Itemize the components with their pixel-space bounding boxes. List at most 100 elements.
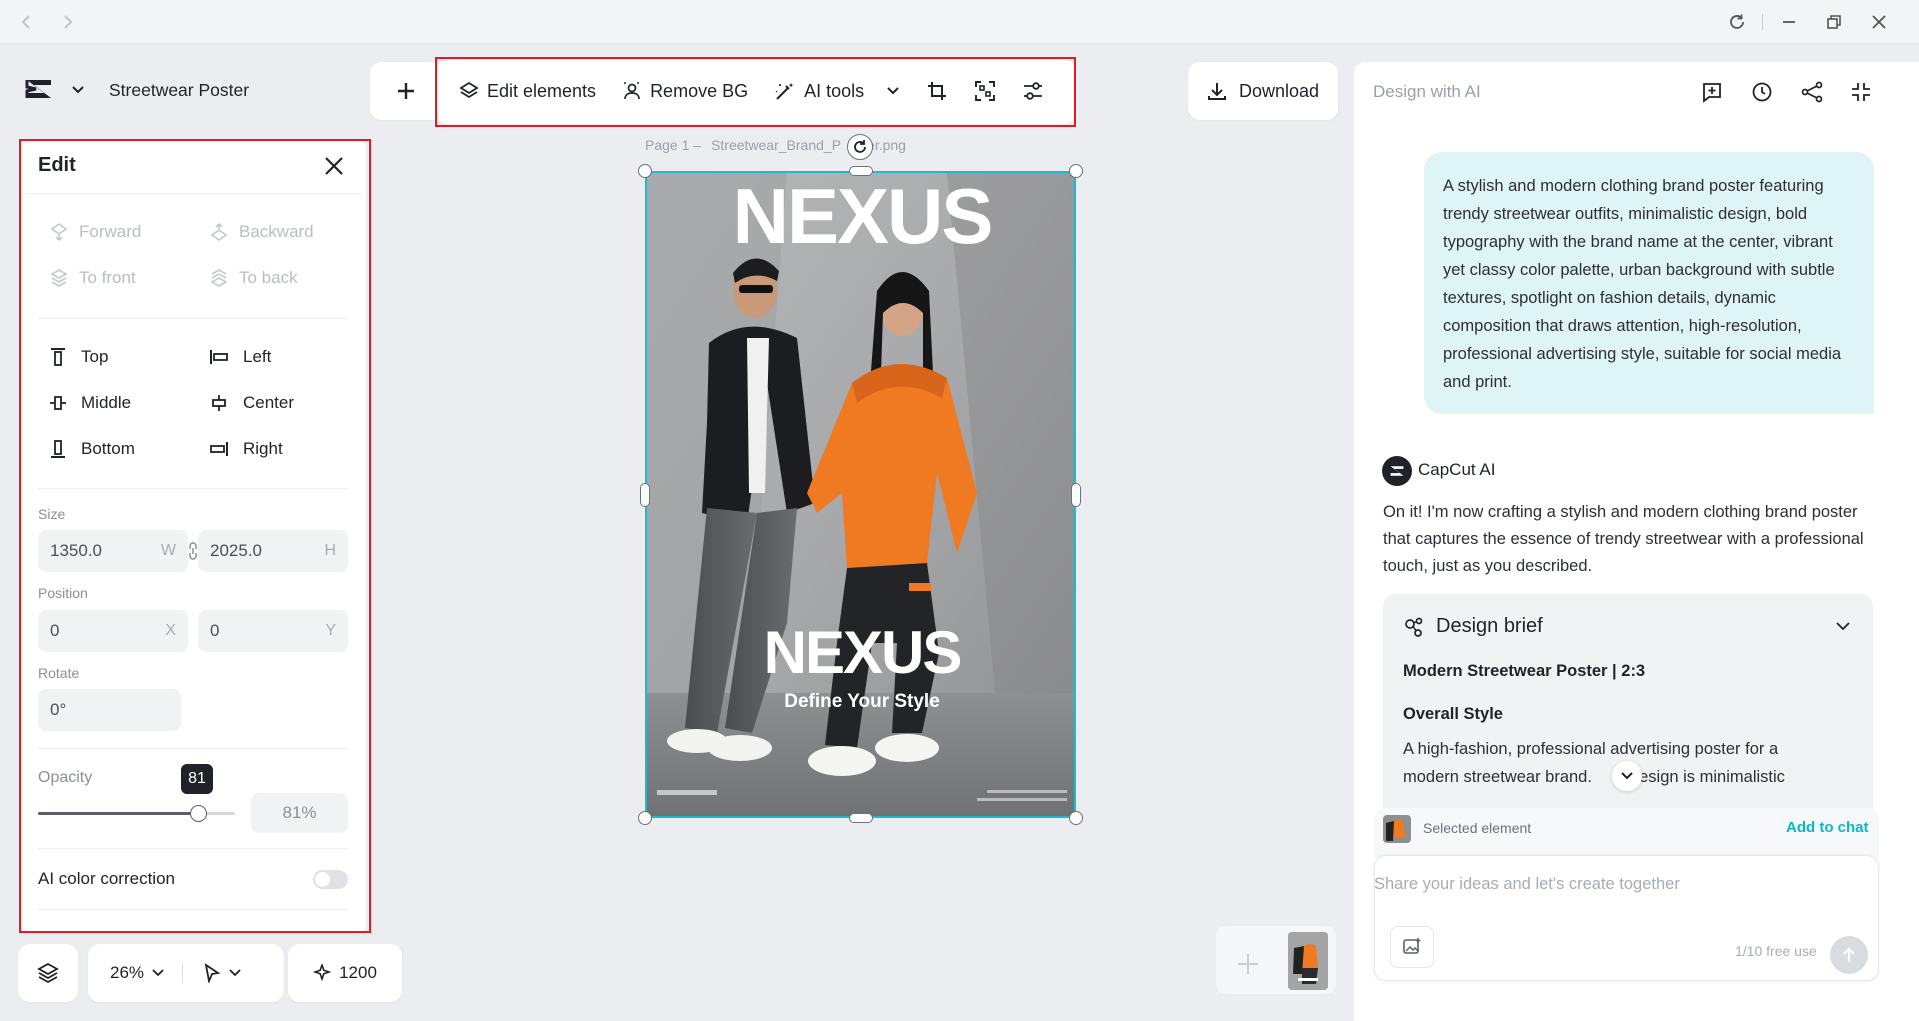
opacity-field[interactable]: 81% (251, 793, 348, 833)
brief-expand-chevron-icon[interactable] (1831, 614, 1855, 638)
height-field[interactable]: 2025.0 H (198, 530, 348, 572)
minimize-icon[interactable] (1778, 11, 1800, 33)
history-icon[interactable] (1749, 79, 1775, 105)
restore-icon[interactable] (1823, 11, 1845, 33)
share-icon[interactable] (1799, 79, 1825, 105)
position-x-suffix: X (165, 622, 176, 639)
resize-handle-bottom-right[interactable] (1069, 811, 1083, 825)
resize-handle-right[interactable] (1071, 483, 1081, 507)
titlebar-divider (1762, 14, 1763, 30)
layers-icon (459, 81, 479, 101)
width-value: 1350.0 (50, 541, 102, 560)
app-logo-icon[interactable] (24, 76, 60, 106)
resize-handle-left[interactable] (640, 483, 650, 507)
backward-button[interactable]: Backward (209, 222, 314, 242)
logo-menu-chevron-icon[interactable] (68, 80, 88, 100)
page-thumbnail-1[interactable] (1288, 932, 1328, 990)
align-middle-button[interactable]: Middle (49, 393, 131, 413)
align-center-button[interactable]: Center (209, 393, 294, 413)
forward-label: Forward (79, 222, 142, 241)
credits-value: 1200 (339, 963, 377, 982)
crop-icon[interactable] (922, 76, 952, 106)
chat-header-title: Design with AI (1373, 82, 1481, 101)
resize-handle-top-right[interactable] (1069, 164, 1083, 178)
position-y-field[interactable]: 0 Y (198, 610, 348, 652)
adjust-sliders-icon[interactable] (1018, 76, 1048, 106)
poster-image[interactable]: NEXUS NEXUS Define Your Style (645, 171, 1076, 818)
selected-element-thumbnail (1383, 815, 1411, 843)
divider (38, 318, 348, 319)
rotate-field[interactable]: 0° (38, 689, 181, 731)
download-button[interactable]: Download (1188, 62, 1338, 120)
edit-elements-button[interactable]: Edit elements (459, 62, 596, 120)
layers-stack-icon (37, 962, 59, 984)
width-suffix: W (160, 542, 176, 559)
upload-image-button[interactable] (1390, 926, 1434, 968)
align-right-button[interactable]: Right (209, 439, 283, 459)
zoom-level[interactable]: 26% (110, 963, 144, 983)
person-cutout-icon (622, 81, 642, 101)
credits-button[interactable]: 1200 (288, 944, 402, 1002)
collapse-panel-icon[interactable] (1848, 79, 1874, 105)
position-x-field[interactable]: 0 X (38, 610, 188, 652)
add-to-chat-link[interactable]: Add to chat (1786, 819, 1869, 836)
design-brief-text-line-1: A high-fashion, professional advertising… (1403, 740, 1779, 758)
design-brief-text-2b: design is minimalistic (1629, 768, 1785, 786)
close-window-icon[interactable] (1868, 11, 1890, 33)
align-left-button[interactable]: Left (209, 347, 271, 367)
zoom-pointer-control: 26% (88, 944, 284, 1002)
align-top-button[interactable]: Top (49, 347, 108, 367)
poster-artwork: NEXUS NEXUS Define Your Style (647, 173, 1074, 816)
pointer-chevron-icon[interactable] (229, 969, 241, 977)
to-front-button[interactable]: To front (49, 268, 136, 288)
close-edit-panel-icon[interactable] (322, 154, 346, 178)
ai-tools-chevron-icon (886, 86, 900, 96)
free-use-counter: 1/10 free use (1735, 943, 1817, 959)
back-arrow-icon[interactable] (16, 12, 36, 32)
opacity-slider-track[interactable] (38, 805, 235, 822)
send-button[interactable] (1830, 936, 1868, 974)
ai-color-correction-toggle[interactable] (313, 870, 348, 889)
rotate-handle-icon[interactable] (847, 134, 873, 160)
remove-bg-label: Remove BG (650, 80, 749, 101)
add-button[interactable] (370, 62, 442, 120)
resize-handle-bottom-left[interactable] (638, 811, 652, 825)
to-back-label: To back (239, 268, 298, 287)
ai-color-correction-label: AI color correction (38, 869, 175, 888)
opacity-slider-fill (38, 812, 198, 815)
opacity-slider-thumb[interactable] (189, 805, 207, 822)
image-add-icon (1402, 937, 1422, 957)
chat-input[interactable]: Share your ideas and let's create togeth… (1374, 855, 1879, 919)
height-value: 2025.0 (210, 541, 262, 560)
page-label: Page 1 – (645, 137, 702, 153)
remove-bg-button[interactable]: Remove BG (622, 62, 748, 120)
align-middle-icon (49, 393, 67, 413)
forward-layer-icon (49, 222, 69, 242)
position-y-suffix: Y (325, 622, 336, 639)
position-y-value: 0 (210, 621, 220, 640)
height-suffix: H (324, 542, 336, 559)
add-page-icon[interactable] (1228, 944, 1268, 984)
pointer-cursor-icon[interactable] (203, 963, 221, 983)
magic-wand-icon (774, 81, 796, 101)
resize-handle-top[interactable] (849, 166, 873, 176)
scan-icon[interactable] (970, 76, 1000, 106)
layers-panel-button[interactable] (18, 944, 78, 1002)
scroll-down-icon[interactable] (1612, 761, 1642, 791)
width-field[interactable]: 1350.0 W (38, 530, 188, 572)
download-label: Download (1238, 80, 1320, 101)
align-bottom-button[interactable]: Bottom (49, 439, 135, 459)
refresh-icon[interactable] (1726, 11, 1748, 33)
project-title[interactable]: Streetwear Poster (109, 80, 249, 101)
new-chat-icon[interactable] (1699, 79, 1725, 105)
to-back-button[interactable]: To back (209, 268, 298, 288)
forward-button[interactable]: Forward (49, 222, 141, 242)
resize-handle-top-left[interactable] (638, 164, 652, 178)
resize-handle-bottom[interactable] (849, 813, 873, 823)
forward-arrow-icon[interactable] (58, 12, 78, 32)
ai-tools-button[interactable]: AI tools (774, 62, 900, 120)
align-right-icon (209, 440, 229, 458)
zoom-chevron-icon[interactable] (152, 969, 164, 977)
page-thumbnail-art (1288, 932, 1328, 990)
poster-tagline: Define Your Style (784, 691, 940, 712)
